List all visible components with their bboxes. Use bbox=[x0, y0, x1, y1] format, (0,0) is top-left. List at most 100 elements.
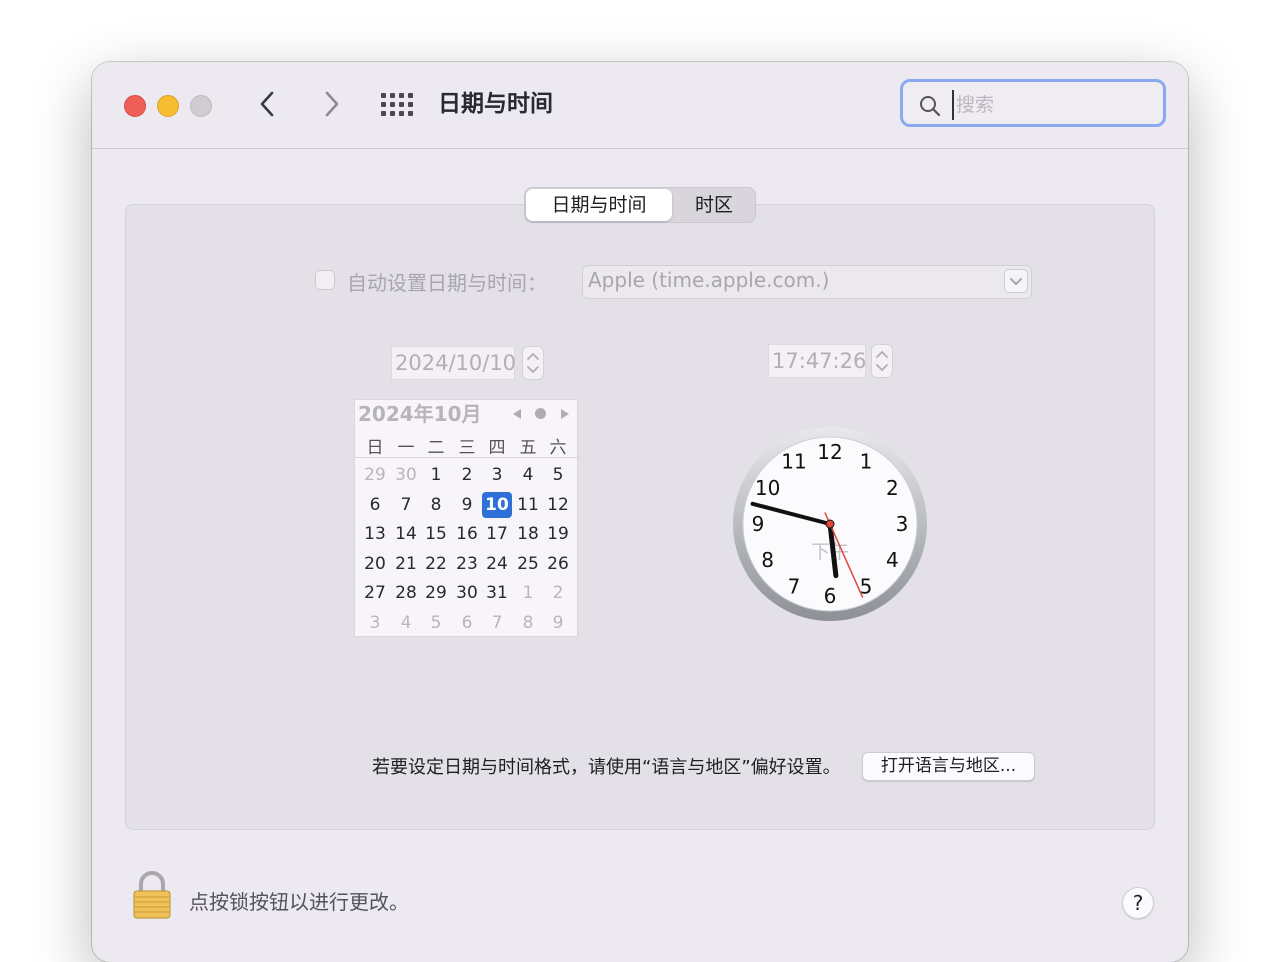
calendar-day[interactable]: 23 bbox=[452, 551, 482, 577]
calendar: 2024年10月 日一二三四五六 29 30 1 2 3 4 5 6 7 8 9 10 11 12 13 14… bbox=[354, 399, 579, 637]
calendar-day[interactable]: 30 bbox=[391, 462, 421, 488]
calendar-day[interactable]: 11 bbox=[513, 492, 543, 518]
time-server-popup[interactable]: Apple (time.apple.com.) bbox=[582, 265, 1032, 299]
calendar-day[interactable]: 26 bbox=[543, 551, 573, 577]
previous-month-icon[interactable] bbox=[513, 409, 521, 419]
calendar-day[interactable]: 20 bbox=[360, 551, 390, 577]
back-button[interactable] bbox=[254, 88, 282, 120]
chevron-left-icon bbox=[260, 91, 274, 117]
today-dot-icon[interactable] bbox=[535, 408, 546, 419]
show-all-grid-icon[interactable] bbox=[381, 93, 413, 117]
calendar-day[interactable]: 4 bbox=[391, 610, 421, 636]
forward-button[interactable] bbox=[317, 88, 345, 120]
calendar-day[interactable]: 31 bbox=[482, 580, 512, 606]
calendar-day[interactable]: 3 bbox=[360, 610, 390, 636]
calendar-day[interactable]: 24 bbox=[482, 551, 512, 577]
window-title: 日期与时间 bbox=[438, 91, 553, 117]
calendar-day[interactable]: 5 bbox=[543, 462, 573, 488]
clock-number: 12 bbox=[817, 440, 842, 464]
clock-number: 11 bbox=[781, 450, 806, 474]
clock-number: 8 bbox=[761, 548, 774, 572]
calendar-day[interactable]: 29 bbox=[360, 462, 390, 488]
auto-time-checkbox[interactable] bbox=[315, 270, 335, 290]
time-server-value: Apple (time.apple.com.) bbox=[588, 268, 830, 292]
calendar-day[interactable]: 16 bbox=[452, 521, 482, 547]
calendar-month-title: 2024年10月 bbox=[358, 402, 482, 426]
weekday-label: 三 bbox=[458, 438, 476, 458]
calendar-day[interactable]: 27 bbox=[360, 580, 390, 606]
lock-button[interactable] bbox=[132, 870, 172, 920]
calendar-day[interactable]: 25 bbox=[513, 551, 543, 577]
weekday-label: 五 bbox=[519, 438, 537, 458]
tab-date-time[interactable]: 日期与时间 bbox=[526, 189, 672, 221]
next-month-icon[interactable] bbox=[561, 409, 569, 419]
weekday-label: 二 bbox=[427, 438, 445, 458]
calendar-day[interactable]: 22 bbox=[421, 551, 451, 577]
calendar-day[interactable]: 13 bbox=[360, 521, 390, 547]
clock-center-pin bbox=[825, 519, 835, 529]
tab-timezone[interactable]: 时区 bbox=[675, 189, 753, 221]
calendar-day[interactable]: 8 bbox=[421, 492, 451, 518]
weekday-label: 日 bbox=[366, 438, 384, 458]
close-button[interactable] bbox=[124, 95, 146, 117]
analog-clock: 12 1234567891011 下午 bbox=[733, 427, 927, 621]
date-field[interactable]: 2024/10/10 bbox=[391, 346, 516, 380]
date-stepper[interactable] bbox=[522, 346, 544, 380]
auto-time-label: 自动设置日期与时间： bbox=[347, 271, 547, 295]
calendar-day[interactable]: 2 bbox=[543, 580, 573, 606]
calendar-day[interactable]: 12 bbox=[543, 492, 573, 518]
lock-hint: 点按锁按钮以进行更改。 bbox=[189, 890, 409, 914]
calendar-day[interactable]: 30 bbox=[452, 580, 482, 606]
clock-number: 2 bbox=[886, 476, 899, 500]
chevron-right-icon bbox=[325, 91, 339, 117]
weekday-label: 四 bbox=[488, 438, 506, 458]
clock-number: 6 bbox=[824, 584, 837, 608]
help-button[interactable]: ? bbox=[1122, 887, 1154, 919]
calendar-day[interactable]: 9 bbox=[452, 492, 482, 518]
calendar-day[interactable]: 4 bbox=[513, 462, 543, 488]
calendar-day[interactable]: 8 bbox=[513, 610, 543, 636]
calendar-day[interactable]: 7 bbox=[391, 492, 421, 518]
titlebar: 日期与时间 bbox=[92, 62, 1188, 149]
search-box[interactable] bbox=[900, 79, 1166, 127]
popup-chevron bbox=[1004, 269, 1028, 293]
clock-number: 7 bbox=[788, 574, 801, 598]
stepper-arrows-icon bbox=[527, 352, 539, 374]
calendar-day[interactable]: 3 bbox=[482, 462, 512, 488]
minimize-button[interactable] bbox=[157, 95, 179, 117]
stepper-arrows-icon bbox=[876, 350, 888, 372]
time-stepper[interactable] bbox=[871, 344, 893, 378]
weekday-label: 六 bbox=[549, 438, 567, 458]
clock-number: 10 bbox=[755, 476, 780, 500]
calendar-day[interactable]: 9 bbox=[543, 610, 573, 636]
weekday-label: 一 bbox=[397, 438, 415, 458]
calendar-day[interactable]: 6 bbox=[360, 492, 390, 518]
calendar-day[interactable]: 15 bbox=[421, 521, 451, 547]
clock-number: 1 bbox=[860, 450, 873, 474]
calendar-day[interactable]: 5 bbox=[421, 610, 451, 636]
calendar-day[interactable]: 28 bbox=[391, 580, 421, 606]
format-note: 若要设定日期与时间格式，请使用“语言与地区”偏好设置。 bbox=[372, 757, 841, 778]
zoom-button[interactable] bbox=[190, 95, 212, 117]
tab-control: 日期与时间 时区 bbox=[524, 187, 756, 223]
calendar-day[interactable]: 10 bbox=[482, 491, 512, 518]
time-field[interactable]: 17:47:26 bbox=[768, 344, 866, 378]
calendar-day[interactable]: 2 bbox=[452, 462, 482, 488]
calendar-day[interactable]: 7 bbox=[482, 610, 512, 636]
calendar-day[interactable]: 18 bbox=[513, 521, 543, 547]
calendar-day[interactable]: 1 bbox=[513, 580, 543, 606]
preferences-window: 日期与时间 日期与时间 时区 自动设置日期与时间： Apple (time.ap… bbox=[92, 62, 1188, 962]
chevron-down-icon bbox=[1010, 278, 1022, 285]
calendar-day[interactable]: 21 bbox=[391, 551, 421, 577]
clock-number: 9 bbox=[752, 512, 765, 536]
padlock-icon bbox=[133, 871, 171, 919]
search-input[interactable] bbox=[952, 90, 1158, 120]
calendar-day[interactable]: 29 bbox=[421, 580, 451, 606]
calendar-weekday-header: 日一二三四五六 bbox=[355, 431, 579, 458]
calendar-day[interactable]: 1 bbox=[421, 462, 451, 488]
calendar-day[interactable]: 19 bbox=[543, 521, 573, 547]
calendar-day[interactable]: 17 bbox=[482, 521, 512, 547]
calendar-day[interactable]: 6 bbox=[452, 610, 482, 636]
calendar-day[interactable]: 14 bbox=[391, 521, 421, 547]
open-language-region-button[interactable]: 打开语言与地区... bbox=[862, 752, 1035, 781]
